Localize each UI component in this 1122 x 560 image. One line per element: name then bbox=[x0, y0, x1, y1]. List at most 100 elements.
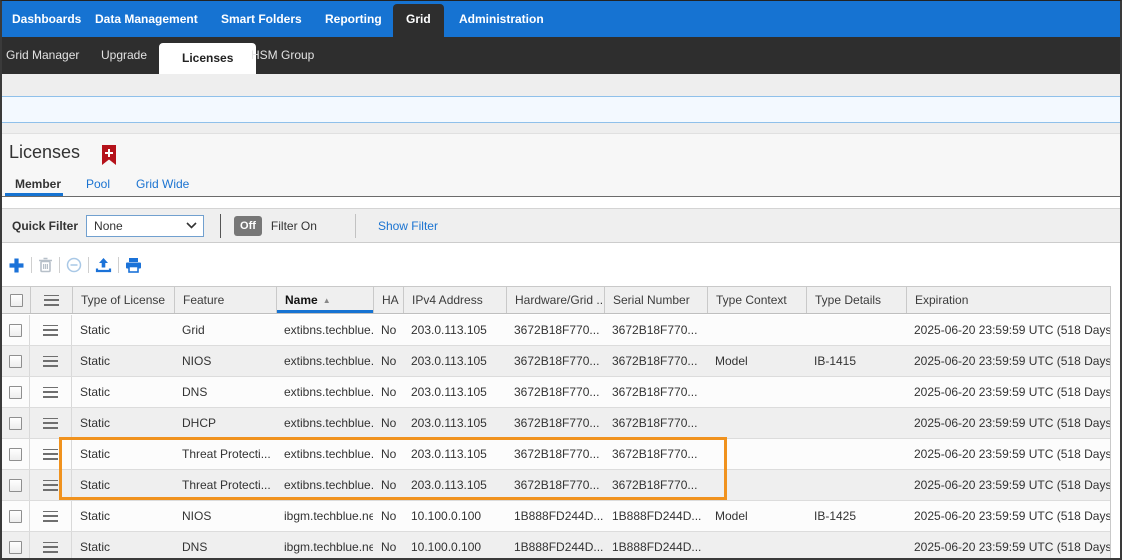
divider bbox=[59, 257, 60, 273]
row-checkbox[interactable] bbox=[9, 448, 22, 461]
header-menu-icon[interactable] bbox=[44, 295, 59, 306]
cell-text: 1B888FD244D... bbox=[612, 540, 701, 554]
remove-icon bbox=[66, 257, 82, 273]
row-menu-icon[interactable] bbox=[43, 480, 58, 491]
view-tabs: Member Pool Grid Wide bbox=[2, 177, 1120, 197]
sub-nav-item-upgrade[interactable]: Upgrade bbox=[101, 37, 147, 74]
cell-serial: 1B888FD244D... bbox=[604, 532, 707, 560]
column-header-label: Expiration bbox=[915, 293, 968, 307]
row-select-cell bbox=[2, 532, 30, 560]
cell-text: 10.100.0.100 bbox=[411, 540, 481, 554]
table-row[interactable]: StaticGridextibns.techblue.netNo203.0.11… bbox=[2, 315, 1110, 346]
sub-nav-item-grid-manager[interactable]: Grid Manager bbox=[6, 37, 79, 74]
row-menu-icon[interactable] bbox=[43, 418, 58, 429]
tab-pool[interactable]: Pool bbox=[86, 177, 110, 191]
cell-name: extibns.techblue.net bbox=[276, 346, 373, 376]
cell-name: extibns.techblue.net bbox=[276, 439, 373, 469]
tab-member[interactable]: Member bbox=[15, 177, 61, 191]
divider bbox=[31, 257, 32, 273]
table-row[interactable]: StaticDHCPextibns.techblue.netNo203.0.11… bbox=[2, 408, 1110, 439]
cell-text: Static bbox=[80, 540, 110, 554]
cell-expiration: 2025-06-20 23:59:59 UTC (518 Days) bbox=[906, 315, 1110, 345]
cell-text: No bbox=[381, 478, 396, 492]
top-nav-item-smart-folders[interactable]: Smart Folders bbox=[221, 1, 302, 37]
sub-nav-item-hsm-group[interactable]: HSM Group bbox=[251, 37, 314, 74]
row-menu-icon[interactable] bbox=[43, 542, 58, 553]
quick-filter-select[interactable]: None bbox=[86, 215, 204, 237]
cell-text: IB-1425 bbox=[814, 509, 856, 523]
top-nav-item-administration[interactable]: Administration bbox=[459, 1, 544, 37]
cell-text: No bbox=[381, 540, 396, 554]
column-header-label: Name bbox=[285, 293, 318, 307]
column-header-serial[interactable]: Serial Number bbox=[604, 287, 707, 313]
row-menu-icon[interactable] bbox=[43, 449, 58, 460]
row-menu-cell bbox=[30, 501, 72, 531]
cell-context: Model bbox=[707, 346, 806, 376]
print-icon[interactable] bbox=[125, 257, 142, 273]
cell-ha: No bbox=[373, 470, 403, 500]
table-row[interactable]: StaticNIOSibgm.techblue.netNo10.100.0.10… bbox=[2, 501, 1110, 532]
row-select-cell bbox=[2, 470, 30, 500]
cell-hardware: 3672B18F770... bbox=[506, 470, 604, 500]
tab-grid-wide[interactable]: Grid Wide bbox=[136, 177, 189, 191]
top-nav-item-grid[interactable]: Grid bbox=[393, 4, 444, 37]
column-header-hardware[interactable]: Hardware/Grid ... bbox=[506, 287, 604, 313]
cell-hardware: 1B888FD244D... bbox=[506, 501, 604, 531]
column-header-type[interactable]: Type of License bbox=[72, 287, 174, 313]
top-nav-item-reporting[interactable]: Reporting bbox=[325, 1, 382, 37]
row-checkbox[interactable] bbox=[9, 386, 22, 399]
table-row[interactable]: StaticDNSibgm.techblue.netNo10.100.0.100… bbox=[2, 532, 1110, 560]
add-icon[interactable] bbox=[8, 257, 25, 274]
cell-expiration: 2025-06-20 23:59:59 UTC (518 Days) bbox=[906, 501, 1110, 531]
row-checkbox[interactable] bbox=[9, 355, 22, 368]
cell-text: 3672B18F770... bbox=[514, 447, 599, 461]
bookmark-add-icon[interactable] bbox=[102, 145, 116, 165]
column-header-expiration[interactable]: Expiration bbox=[906, 287, 1110, 313]
column-header-feature[interactable]: Feature bbox=[174, 287, 276, 313]
column-header-select[interactable] bbox=[2, 287, 30, 313]
top-nav-item-data-management[interactable]: Data Management bbox=[95, 1, 198, 37]
app-window: Dashboards Data Management Smart Folders Re… bbox=[0, 0, 1122, 560]
cell-text: extibns.techblue.net bbox=[284, 478, 373, 492]
row-menu-icon[interactable] bbox=[43, 325, 58, 336]
row-menu-icon[interactable] bbox=[43, 356, 58, 367]
cell-expiration: 2025-06-20 23:59:59 UTC (518 Days) bbox=[906, 532, 1110, 560]
column-header-details[interactable]: Type Details bbox=[806, 287, 906, 313]
upload-icon[interactable] bbox=[95, 257, 112, 273]
table-row[interactable]: StaticThreat Protecti...extibns.techblue… bbox=[2, 439, 1110, 470]
row-checkbox[interactable] bbox=[9, 479, 22, 492]
cell-ipv4: 10.100.0.100 bbox=[403, 532, 506, 560]
cell-feature: NIOS bbox=[174, 346, 276, 376]
show-filter-link[interactable]: Show Filter bbox=[378, 219, 438, 233]
column-header-label: IPv4 Address bbox=[412, 293, 483, 307]
cell-text: Static bbox=[80, 509, 110, 523]
table-row[interactable]: StaticNIOSextibns.techblue.netNo203.0.11… bbox=[2, 346, 1110, 377]
filter-toggle-button[interactable]: Off bbox=[234, 216, 262, 236]
row-menu-icon[interactable] bbox=[43, 387, 58, 398]
row-checkbox[interactable] bbox=[9, 417, 22, 430]
cell-type: Static bbox=[72, 346, 174, 376]
cell-hardware: 3672B18F770... bbox=[506, 315, 604, 345]
row-menu-icon[interactable] bbox=[43, 511, 58, 522]
column-header-ha[interactable]: HA bbox=[373, 287, 403, 313]
row-checkbox[interactable] bbox=[9, 324, 22, 337]
column-header-name[interactable]: Name▲ bbox=[276, 287, 373, 313]
column-header-context[interactable]: Type Context bbox=[707, 287, 806, 313]
cell-text: NIOS bbox=[182, 354, 211, 368]
sub-nav-item-licenses[interactable]: Licenses bbox=[159, 43, 256, 74]
table-row[interactable]: StaticThreat Protecti...extibns.techblue… bbox=[2, 470, 1110, 501]
cell-hardware: 3672B18F770... bbox=[506, 408, 604, 438]
row-checkbox[interactable] bbox=[9, 541, 22, 554]
cell-expiration: 2025-06-20 23:59:59 UTC (518 Days) bbox=[906, 470, 1110, 500]
top-nav: Dashboards Data Management Smart Folders Re… bbox=[2, 1, 1120, 37]
scrollbar-gutter[interactable] bbox=[1110, 286, 1120, 559]
column-header-ipv4[interactable]: IPv4 Address bbox=[403, 287, 506, 313]
spacer-band bbox=[2, 123, 1120, 134]
row-checkbox[interactable] bbox=[9, 510, 22, 523]
cell-ipv4: 203.0.113.105 bbox=[403, 439, 506, 469]
column-header-menu[interactable] bbox=[30, 287, 72, 313]
top-nav-item-dashboards[interactable]: Dashboards bbox=[12, 1, 81, 37]
cell-text: Static bbox=[80, 447, 110, 461]
table-row[interactable]: StaticDNSextibns.techblue.netNo203.0.113… bbox=[2, 377, 1110, 408]
select-all-checkbox[interactable] bbox=[10, 294, 23, 307]
